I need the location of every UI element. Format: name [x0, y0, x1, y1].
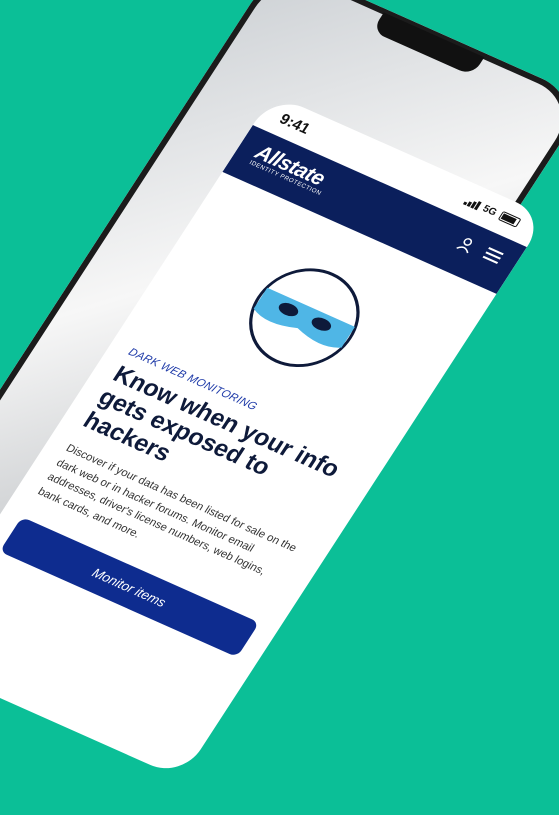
phone-screen-wrap: 9:41 5G Allstate IDENTITY PROTECTION DAR…	[0, 19, 548, 779]
network-label: 5G	[480, 202, 499, 218]
mask-illustration	[249, 268, 360, 367]
header-actions	[452, 235, 504, 271]
menu-icon[interactable]	[478, 246, 504, 271]
status-time: 9:41	[276, 110, 314, 138]
battery-icon	[497, 210, 522, 228]
menu-icon-svg	[482, 247, 504, 264]
signal-icon	[462, 196, 482, 210]
phone-screen: 9:41 5G Allstate IDENTITY PROTECTION DAR…	[0, 93, 548, 779]
device-notch	[371, 12, 485, 76]
mask-icon	[216, 241, 393, 394]
user-icon[interactable]	[452, 235, 477, 259]
user-icon-svg	[456, 238, 473, 254]
